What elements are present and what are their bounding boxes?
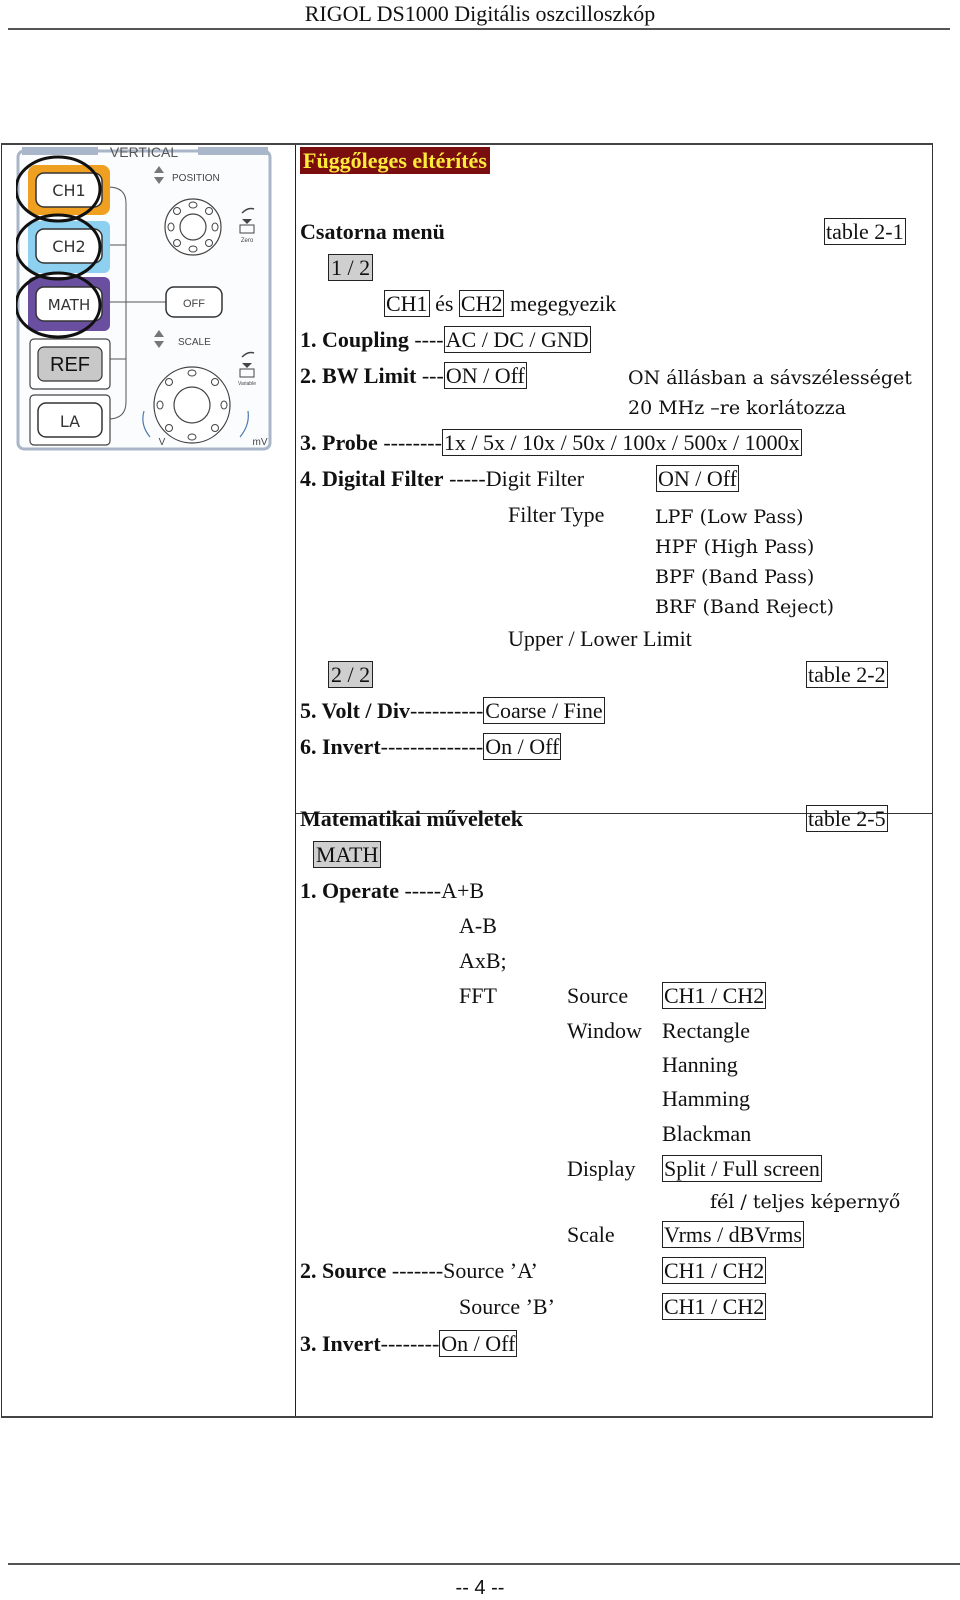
source-b-value: CH1 / CH2 (662, 1293, 767, 1320)
math-title: Matematikai műveletek (300, 806, 523, 831)
table-ref-2-5: table 2-5 (806, 805, 888, 832)
coupling-row: 1. Coupling ----AC / DC / GND (300, 326, 591, 353)
fft-window-blackman: Blackman (662, 1121, 752, 1146)
fft-display-label: Display (567, 1156, 636, 1181)
footer-rule (8, 1563, 960, 1565)
fft-window-hanning: Hanning (662, 1052, 738, 1077)
svg-text:OFF: OFF (183, 298, 205, 310)
table-ref-2-1: table 2-1 (824, 218, 906, 245)
page-header-title: RIGOL DS1000 Digitális oszcilloszkóp (304, 1, 656, 26)
operate-a-minus-b: A-B (459, 913, 497, 938)
scale-knob[interactable] (153, 366, 231, 444)
ch2-button[interactable]: CH2 (35, 228, 103, 264)
invert-row: 6. Invert--------------On / Off (300, 733, 562, 760)
page-indicator-2: 2 / 2 (328, 661, 374, 688)
section-title: Függőleges eltérítés (300, 147, 490, 174)
fft-window-rectangle: Rectangle (662, 1018, 750, 1043)
svg-text:MATH: MATH (48, 296, 90, 314)
svg-text:SCALE: SCALE (178, 337, 211, 348)
probe-row: 3. Probe --------1x / 5x / 10x / 50x / 1… (300, 429, 802, 456)
fft-source-label: Source (567, 983, 629, 1008)
vertical-control-panel: VERTICAL CH1 CH2 MATH REF LA POSITION Ze… (14, 144, 272, 458)
bw-limit-row: 2. BW Limit ---ON / Off (300, 362, 527, 389)
volt-div-row: 5. Volt / Div----------Coarse / Fine (300, 697, 605, 724)
bw-limit-value: ON / Off (443, 362, 527, 389)
mv-label: mV (253, 437, 268, 448)
invert-value: On / Off (483, 733, 562, 760)
panel-heading: VERTICAL (110, 147, 178, 160)
coupling-value: AC / DC / GND (443, 326, 591, 353)
ch-same-note: CH1 és CH2 megegyezik (384, 290, 617, 317)
vertical-panel-diagram: VERTICAL CH1 CH2 MATH REF LA POSITION Ze… (14, 144, 272, 451)
volt-div-value: Coarse / Fine (483, 697, 605, 724)
source-b-label: Source ’B’ (459, 1294, 555, 1319)
bw-limit-note-1: ON állásban a sávszélességet (628, 367, 912, 389)
svg-text:REF: REF (50, 354, 90, 376)
v-label: V (159, 437, 166, 448)
header-rule (8, 28, 950, 30)
fft-window-label: Window (567, 1018, 642, 1043)
math-off-button[interactable]: OFF (165, 286, 223, 318)
operate-a-times-b: AxB; (459, 948, 507, 973)
math-invert-value: On / Off (439, 1330, 518, 1357)
ref-button[interactable]: REF (37, 346, 103, 382)
digital-filter-row: 4. Digital Filter -----Digit Filter (300, 466, 585, 491)
table-ref-2-2: table 2-2 (806, 661, 888, 688)
ch2-ref: CH2 (458, 290, 505, 317)
fft-display-value: Split / Full screen (662, 1155, 822, 1182)
svg-text:LA: LA (60, 412, 80, 431)
filter-type-lpf: LPF (Low Pass) (655, 506, 804, 528)
channel-menu-title: Csatorna menü (300, 219, 445, 244)
fft-scale-value: Vrms / dBVrms (662, 1221, 804, 1248)
math-invert-row: 3. Invert--------On / Off (300, 1330, 518, 1357)
svg-text:Zero: Zero (241, 238, 254, 244)
source-a-value: CH1 / CH2 (662, 1257, 767, 1284)
page-number: -- 4 -- (455, 1577, 505, 1599)
svg-text:CH1: CH1 (52, 181, 85, 200)
filter-type-bpf: BPF (Band Pass) (655, 566, 815, 588)
source-row: 2. Source -------Source ’A’ (300, 1258, 538, 1283)
page-indicator-1: 1 / 2 (328, 254, 374, 281)
filter-type-label: Filter Type (508, 502, 605, 527)
math-button-ref: MATH (313, 841, 382, 868)
column-divider (295, 145, 296, 1416)
filter-type-brf: BRF (Band Reject) (655, 596, 835, 618)
digit-filter-value: ON / Off (656, 465, 740, 492)
svg-text:Variable: Variable (238, 381, 256, 387)
probe-value: 1x / 5x / 10x / 50x / 100x / 500x / 1000… (441, 429, 802, 456)
ch1-ref: CH1 (384, 290, 430, 317)
la-button[interactable]: LA (37, 402, 103, 438)
bw-limit-note-2: 20 MHz –re korlátozza (628, 397, 847, 419)
fft-window-hamming: Hamming (662, 1086, 750, 1111)
filter-type-hpf: HPF (High Pass) (655, 536, 815, 558)
fft-scale-label: Scale (567, 1222, 615, 1247)
fft-display-note: fél / teljes képernyő (710, 1191, 901, 1213)
svg-text:CH2: CH2 (52, 237, 85, 256)
position-knob[interactable] (164, 198, 222, 256)
math-button[interactable]: MATH (35, 286, 103, 322)
filter-limit-label: Upper / Lower Limit (508, 626, 692, 651)
operate-fft: FFT (459, 983, 497, 1008)
ch1-button[interactable]: CH1 (35, 172, 103, 208)
svg-text:POSITION: POSITION (172, 173, 220, 184)
content-table: VERTICAL CH1 CH2 MATH REF LA POSITION Ze… (1, 143, 933, 1418)
fft-source-value: CH1 / CH2 (662, 982, 767, 1009)
operate-row: 1. Operate -----A+B (300, 878, 485, 903)
